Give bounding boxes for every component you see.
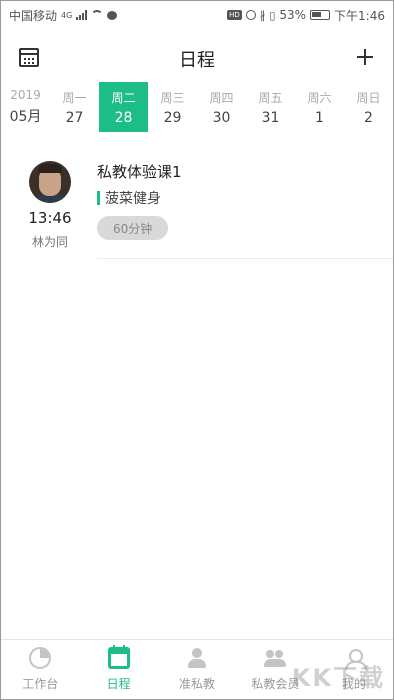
tab-label: 我的	[341, 677, 366, 691]
alarm-icon	[245, 10, 256, 20]
battery-icon	[310, 10, 331, 20]
date-label: 28	[114, 109, 133, 126]
date-label: 2	[364, 109, 373, 126]
day-cell-mon[interactable]: 周一 27	[50, 82, 99, 132]
week-strip: 2019 05月 周一 27 周二 28 周三 29 周四 30 周五 31 周…	[1, 82, 393, 132]
page-title: 日程	[179, 50, 215, 71]
day-cell-sat[interactable]: 周六 1	[295, 82, 344, 132]
calendar-picker-icon[interactable]	[19, 48, 39, 67]
add-icon[interactable]	[353, 45, 377, 69]
duration-badge: 60分钟	[97, 216, 169, 240]
weekday-label: 周三	[160, 90, 185, 105]
profile-icon	[343, 647, 367, 670]
members-icon	[264, 647, 287, 669]
day-cell-fri[interactable]: 周五 31	[246, 82, 295, 132]
day-cell-tue[interactable]: 周二 28	[99, 82, 148, 132]
class-name: 私教体验课1	[97, 163, 182, 181]
header: 日程	[1, 37, 393, 81]
day-cell-sun[interactable]: 周日 2	[344, 82, 393, 132]
vibrate-icon: ▯	[269, 8, 276, 22]
divider	[97, 258, 393, 259]
tab-profile[interactable]: 我的	[315, 640, 393, 699]
dashboard-icon	[29, 647, 52, 669]
tab-label: 工作台	[22, 677, 59, 691]
message-icon	[107, 10, 118, 20]
tab-members[interactable]: 私教会员	[236, 640, 314, 699]
schedule-item[interactable]: 13:46 林为同 私教体验课1 菠菜健身 60分钟	[1, 153, 393, 261]
day-cell-wed[interactable]: 周三 29	[148, 82, 197, 132]
wifi-icon	[91, 10, 104, 20]
gym-name: 菠菜健身	[105, 191, 161, 207]
calendar-icon	[107, 645, 130, 669]
year-label: 2019	[10, 88, 41, 102]
battery-percent: 53%	[279, 8, 307, 22]
weekday-label: 周四	[209, 90, 234, 105]
tab-label: 私教会员	[251, 677, 300, 691]
weekday-label: 周二	[111, 90, 136, 105]
status-time: 下午1:46	[334, 8, 385, 23]
tab-dashboard[interactable]: 工作台	[1, 640, 79, 699]
date-label: 31	[261, 109, 280, 126]
coach-name: 林为同	[31, 235, 68, 249]
date-label: 27	[65, 109, 84, 126]
date-label: 29	[163, 109, 182, 126]
weekday-label: 周六	[307, 90, 332, 105]
tab-label: 日程	[106, 677, 131, 691]
gym-row: 菠菜健身	[97, 188, 161, 208]
date-label: 1	[315, 109, 324, 126]
schedule-time: 13:46	[28, 209, 72, 227]
status-left: 中国移动 4G	[9, 7, 118, 24]
day-cell-thu[interactable]: 周四 30	[197, 82, 246, 132]
month-label: 05月	[9, 109, 42, 125]
status-right: HD ∦ ▯ 53% 下午1:46	[227, 7, 385, 24]
weekday-label: 周五	[258, 90, 283, 105]
status-bar: 中国移动 4G HD ∦ ▯ 53% 下午1:46	[1, 1, 393, 29]
signal-icon	[76, 10, 88, 20]
network-type: 4G	[61, 10, 73, 20]
month-indicator: 2019 05月	[1, 82, 50, 132]
hd-icon: HD	[227, 10, 242, 20]
tab-prospects[interactable]: 准私教	[158, 640, 236, 699]
bluetooth-icon: ∦	[259, 8, 266, 22]
tab-schedule[interactable]: 日程	[79, 640, 157, 699]
tab-bar: 工作台 日程 准私教 私教会员 我的	[1, 639, 393, 699]
tab-label: 准私教	[179, 677, 216, 691]
weekday-label: 周一	[62, 90, 87, 105]
date-label: 30	[212, 109, 231, 126]
weekday-label: 周日	[356, 90, 381, 105]
carrier-name: 中国移动	[9, 8, 58, 23]
avatar	[29, 161, 71, 203]
gym-marker	[97, 191, 100, 205]
prospect-icon	[186, 647, 208, 669]
